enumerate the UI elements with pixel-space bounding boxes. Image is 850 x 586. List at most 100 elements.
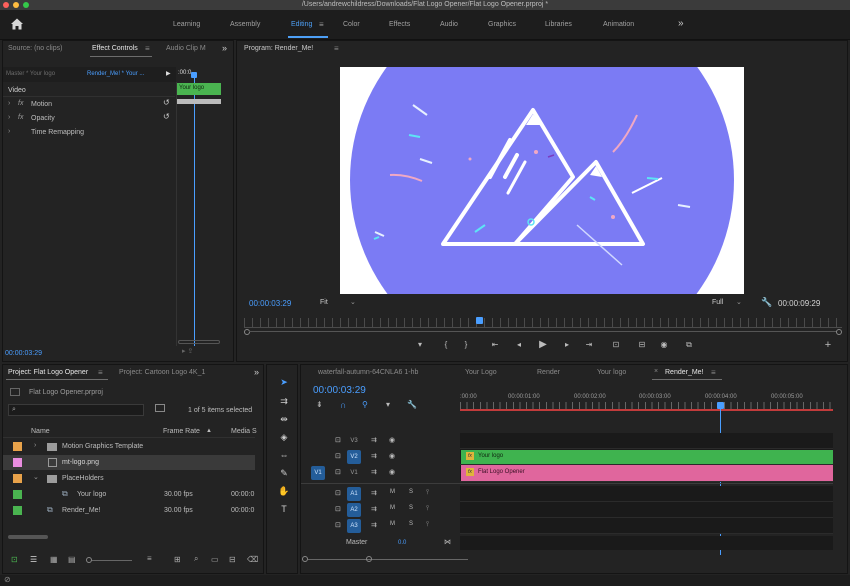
freeform-view-icon[interactable]: ▤ [68, 555, 76, 564]
list-item[interactable]: ⧉ Render_Me! 30.00 fps 00:00:0 [3, 503, 255, 518]
step-forward-icon[interactable]: ▸ [561, 340, 573, 349]
work-area-bar[interactable] [460, 409, 833, 411]
timeline-tab-your-logo-2[interactable]: Your logo [597, 369, 626, 376]
track-target-a2[interactable]: A2 [347, 503, 361, 517]
track-header-v3[interactable]: ⊡ V3 ⇉ ◉ [301, 433, 459, 449]
list-item[interactable]: ⌄ PlaceHolders [3, 471, 255, 486]
sync-lock-icon[interactable]: ⇉ [371, 521, 377, 529]
go-to-out-icon[interactable]: ⇥ [583, 340, 595, 349]
track-target-v1[interactable]: V1 [347, 466, 361, 480]
program-monitor-title[interactable]: Program: Render_Me! [244, 45, 313, 52]
track-target-a1[interactable]: A1 [347, 487, 361, 501]
column-frame-rate[interactable]: Frame Rate [163, 428, 200, 435]
comparison-view-icon[interactable]: ⧉ [683, 340, 695, 350]
mute-button[interactable]: M [390, 505, 395, 511]
ec-timecode[interactable]: 00:00:03:29 [5, 350, 42, 357]
program-playhead-marker[interactable] [476, 317, 483, 324]
label-color-swatch[interactable] [13, 490, 22, 499]
timeline-tab-render[interactable]: Render [537, 369, 560, 376]
eye-icon[interactable]: ◉ [389, 468, 395, 476]
hand-tool-icon[interactable]: ✋ [278, 485, 290, 497]
workspace-tab-effects[interactable]: Effects [389, 10, 410, 40]
workspace-overflow-icon[interactable]: » [678, 10, 684, 38]
sync-lock-icon[interactable]: ⇉ [371, 452, 377, 460]
effect-motion-label[interactable]: Motion [31, 101, 52, 108]
tab-project-cartoon-logo[interactable]: Project: Cartoon Logo 4K_1 [119, 369, 205, 376]
master-expand-icon[interactable]: ⋈ [444, 538, 451, 546]
program-time-ruler[interactable] [244, 318, 842, 328]
source-patch-v1[interactable]: V1 [311, 466, 325, 480]
solo-button[interactable]: S [409, 521, 413, 527]
sync-lock-icon[interactable]: ⇉ [371, 505, 377, 513]
slip-tool-icon[interactable]: ⇔ [278, 449, 290, 461]
solo-button[interactable]: S [409, 505, 413, 511]
add-button-icon[interactable]: + [822, 339, 834, 351]
timeline-settings-icon[interactable]: 🔧 [407, 400, 417, 409]
timeline-tab-your-logo-1[interactable]: Your Logo [465, 369, 497, 376]
label-color-swatch[interactable] [13, 442, 22, 451]
timeline-zoom-scroll[interactable] [302, 556, 842, 562]
reset-motion-icon[interactable]: ↺ [163, 98, 170, 107]
lock-track-icon[interactable]: ⊡ [335, 436, 341, 444]
reset-opacity-icon[interactable]: ↺ [163, 112, 170, 121]
timeline-ruler[interactable]: :00:00 00:00:01:00 00:00:02:00 00:00:03:… [460, 392, 833, 412]
tab-audio-clip-mixer[interactable]: Audio Clip M [166, 45, 206, 52]
sequence-clip-label[interactable]: Render_Me! * Your ... [87, 71, 144, 77]
timeline-menu-icon[interactable]: ≡ [711, 368, 716, 377]
panel-menu-icon[interactable]: ≡ [145, 44, 150, 53]
track-target-a3[interactable]: A3 [347, 519, 361, 533]
workspace-tab-learning[interactable]: Learning [173, 10, 200, 40]
track-target-v3[interactable]: V3 [347, 434, 361, 448]
track-header-a1[interactable]: ⊡ A1 ⇉ M S ⫯ [301, 486, 459, 502]
mark-in-icon[interactable]: { [440, 340, 452, 349]
sort-icons-icon[interactable]: ≡ [147, 554, 152, 563]
export-frame-icon[interactable]: ◉ [658, 340, 670, 349]
lock-track-icon[interactable]: ⊡ [335, 489, 341, 497]
linked-selection-icon[interactable]: ⚲ [362, 400, 368, 409]
project-horizontal-scrollbar[interactable] [8, 535, 48, 539]
workspace-tab-animation[interactable]: Animation [603, 10, 634, 40]
timeline-playhead-marker[interactable] [717, 402, 724, 409]
mic-icon[interactable]: ⫯ [426, 489, 429, 497]
track-lane-a1[interactable] [460, 486, 833, 502]
mute-button[interactable]: M [390, 521, 395, 527]
eye-icon[interactable]: ◉ [389, 436, 395, 444]
project-search-input[interactable]: ⌕ [8, 404, 144, 416]
clip-your-logo[interactable]: fx Your logo [461, 450, 833, 464]
effect-time-remapping-label[interactable]: Time Remapping [31, 129, 84, 136]
go-to-in-icon[interactable]: ⇤ [489, 340, 501, 349]
mic-icon[interactable]: ⫯ [426, 521, 429, 529]
track-lane-a3[interactable] [460, 518, 833, 534]
step-back-icon[interactable]: ◂ [513, 340, 525, 349]
project-overflow-icon[interactable]: » [254, 367, 259, 377]
track-lane-v3[interactable] [460, 433, 833, 449]
workspace-tab-libraries[interactable]: Libraries [545, 10, 572, 40]
track-target-v2[interactable]: V2 [347, 450, 361, 464]
sync-lock-icon[interactable]: ⇉ [371, 436, 377, 444]
automate-to-sequence-icon[interactable]: ⊞ [174, 555, 181, 564]
expand-time-remap-icon[interactable]: › [8, 128, 10, 135]
track-header-a2[interactable]: ⊡ A2 ⇉ M S ⫯ [301, 502, 459, 518]
mute-button[interactable]: M [390, 489, 395, 495]
lock-track-icon[interactable]: ⊡ [335, 521, 341, 529]
master-volume[interactable]: 0.0 [398, 540, 406, 546]
label-color-swatch[interactable] [13, 474, 22, 483]
eye-icon[interactable]: ◉ [389, 452, 395, 460]
project-menu-icon[interactable]: ≡ [98, 368, 103, 377]
label-color-swatch[interactable] [13, 458, 22, 467]
lock-track-icon[interactable]: ⊡ [335, 468, 341, 476]
track-select-tool-icon[interactable]: ⇉ [278, 395, 290, 407]
expand-folder-icon[interactable]: › [34, 442, 36, 449]
quality-select[interactable]: Full ⌄ [712, 297, 748, 309]
lock-track-icon[interactable]: ⊡ [335, 452, 341, 460]
new-item-icon[interactable]: ⊟ [229, 555, 236, 564]
sync-lock-icon[interactable]: ⇉ [371, 489, 377, 497]
list-item-selected[interactable]: mt-logo.png [3, 455, 255, 470]
add-marker-timeline-icon[interactable]: ▾ [386, 400, 390, 409]
program-menu-icon[interactable]: ≡ [334, 44, 339, 53]
type-tool-icon[interactable]: T [278, 503, 290, 515]
insert-icon[interactable]: ⊡ [610, 340, 622, 349]
play-button[interactable]: ▶ [537, 339, 549, 350]
list-item[interactable]: › Motion Graphics Template [3, 440, 255, 455]
tab-source[interactable]: Source: (no clips) [8, 45, 62, 52]
